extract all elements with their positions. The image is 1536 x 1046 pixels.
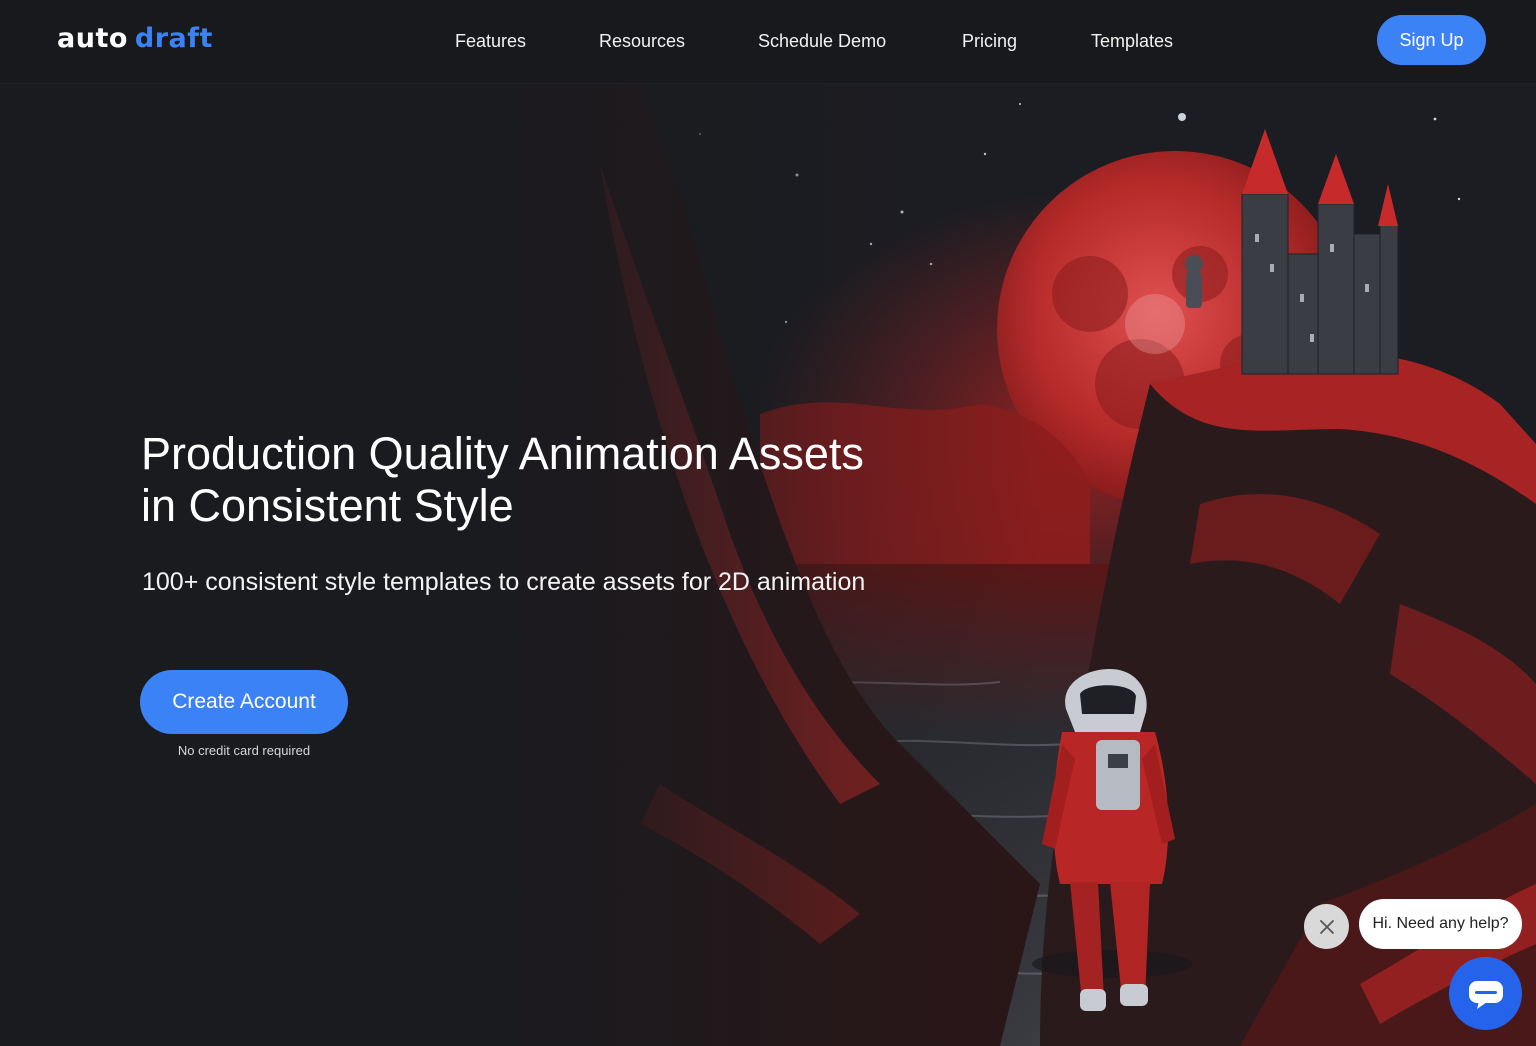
nav-link-schedule-demo[interactable]: Schedule Demo xyxy=(758,28,886,54)
hero-title-line-2: in Consistent Style xyxy=(141,480,514,531)
nav-link-pricing[interactable]: Pricing xyxy=(962,28,1017,54)
logo-word-draft: draft xyxy=(134,23,213,54)
close-icon xyxy=(1319,919,1334,934)
hero-title: Production Quality Animation Assets in C… xyxy=(141,428,921,532)
chat-launcher-button[interactable] xyxy=(1449,957,1522,1030)
create-account-button[interactable]: Create Account xyxy=(140,670,348,734)
chat-greeting-bubble[interactable]: Hi. Need any help? xyxy=(1359,899,1522,949)
chat-close-button[interactable] xyxy=(1304,904,1349,949)
nav-link-features[interactable]: Features xyxy=(455,28,526,54)
logo-word-auto: auto xyxy=(57,23,128,54)
top-navigation: auto draft Features Resources Schedule De… xyxy=(0,0,1536,84)
nav-link-templates[interactable]: Templates xyxy=(1091,28,1173,54)
no-credit-card-note: No credit card required xyxy=(177,743,311,758)
nav-link-resources[interactable]: Resources xyxy=(599,28,685,54)
sign-up-button[interactable]: Sign Up xyxy=(1377,15,1486,65)
hero-title-line-1: Production Quality Animation Assets xyxy=(141,428,864,479)
chat-icon xyxy=(1468,980,1503,1009)
hero-gradient-overlay xyxy=(0,84,1536,1046)
autodraft-logo[interactable]: auto draft xyxy=(57,22,213,56)
hero-subtitle: 100+ consistent style templates to creat… xyxy=(142,568,866,596)
